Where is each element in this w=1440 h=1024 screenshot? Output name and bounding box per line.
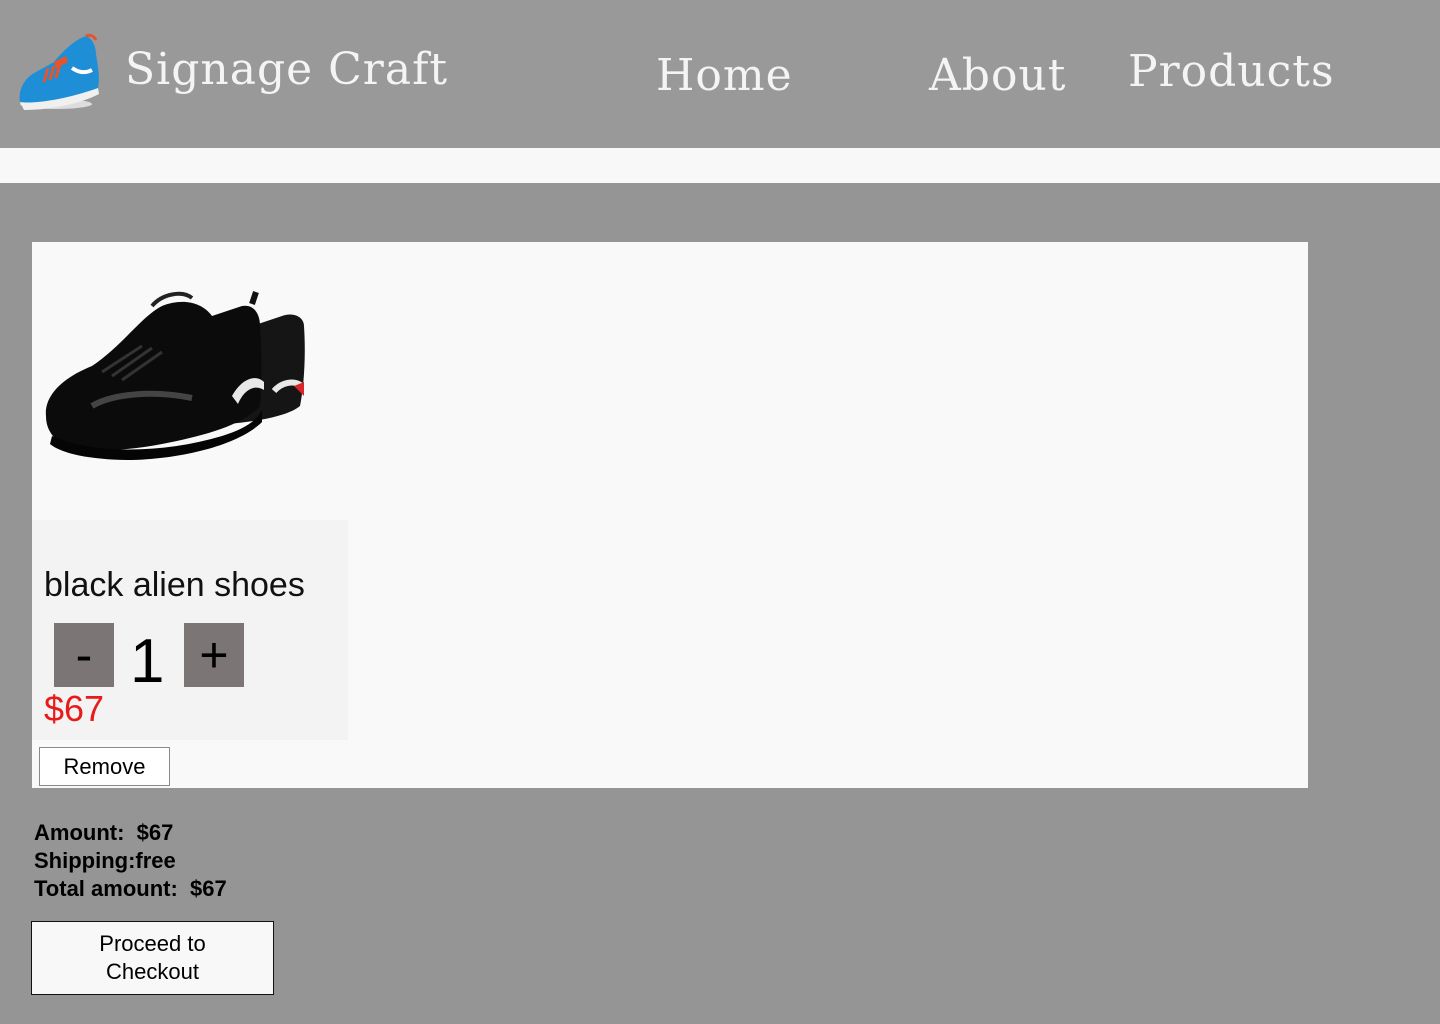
summary-shipping: Shipping:free xyxy=(34,848,176,873)
increment-quantity-button[interactable]: + xyxy=(184,623,244,687)
quantity-value: 1 xyxy=(130,627,165,696)
site-header: Signage Craft Home About Products xyxy=(0,0,1440,148)
summary-total: Total amount: $67 xyxy=(34,876,227,901)
remove-item-button[interactable]: Remove xyxy=(39,747,170,786)
running-shoe-logo-icon[interactable] xyxy=(14,32,102,116)
order-summary: Amount: $67 Shipping:free Total amount: … xyxy=(34,819,227,903)
header-divider-strip xyxy=(0,148,1440,183)
summary-amount: Amount: $67 xyxy=(34,820,174,845)
brand-name[interactable]: Signage Craft xyxy=(125,44,448,95)
black-sneaker-image-icon xyxy=(45,291,305,460)
cart-item: black alien shoes - 1 + $67 xyxy=(32,520,348,740)
cart-panel: black alien shoes - 1 + $67 Remove xyxy=(32,242,1308,788)
nav-products-link[interactable]: Products xyxy=(1128,46,1335,97)
decrement-quantity-button[interactable]: - xyxy=(54,623,114,687)
nav-home-link[interactable]: Home xyxy=(656,50,793,101)
item-price: $67 xyxy=(44,688,105,729)
item-name: black alien shoes xyxy=(44,566,305,604)
proceed-to-checkout-button[interactable]: Proceed to Checkout xyxy=(31,921,274,995)
nav-about-link[interactable]: About xyxy=(929,50,1066,101)
